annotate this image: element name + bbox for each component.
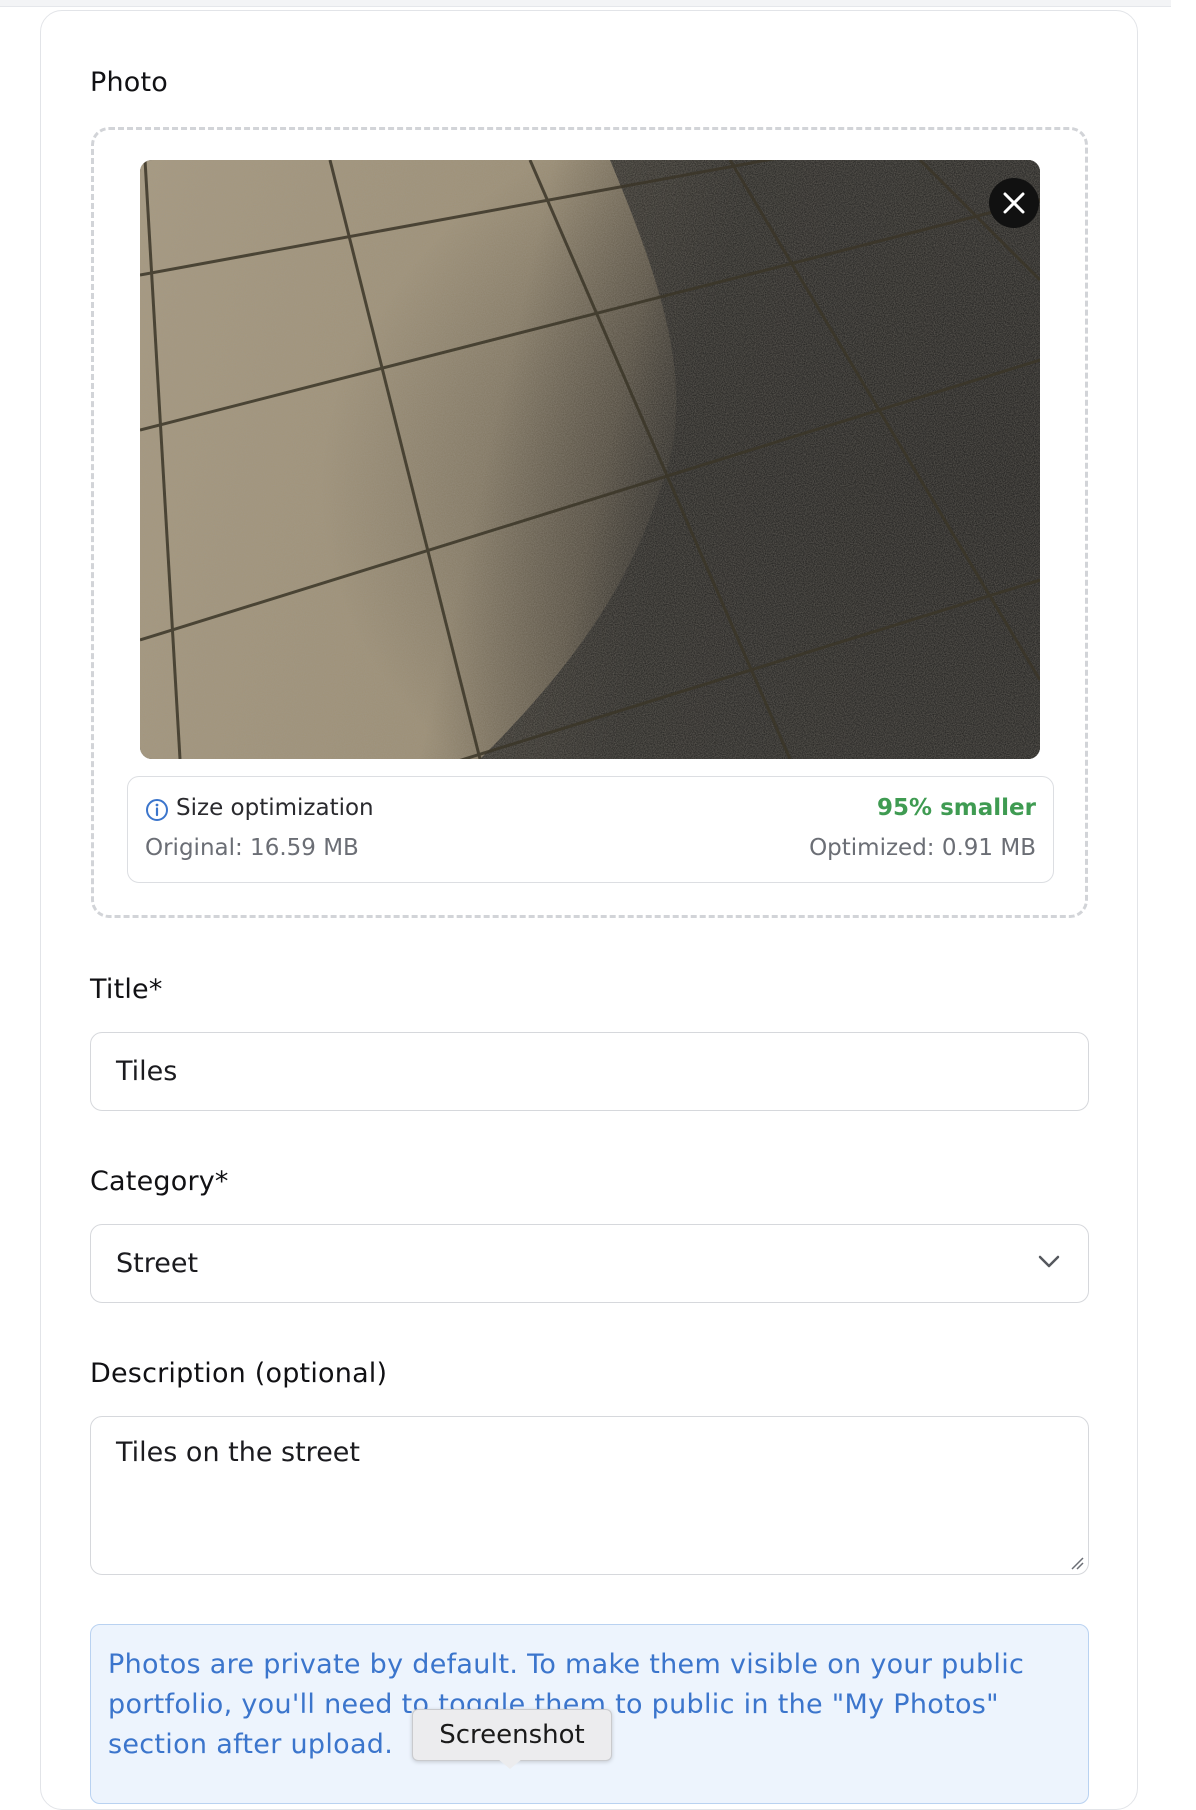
- savings-percentage: 95% smaller: [877, 795, 1036, 821]
- info-icon: [146, 799, 168, 821]
- size-optimization-panel: Size optimization 95% smaller Original: …: [127, 776, 1054, 883]
- resize-handle-icon[interactable]: [1070, 1556, 1084, 1570]
- close-icon: [1003, 192, 1025, 214]
- screenshot-tooltip: Screenshot: [412, 1709, 612, 1761]
- category-select-value: Street: [116, 1248, 199, 1279]
- original-size: Original: 16.59 MB: [145, 835, 359, 861]
- photo-label: Photo: [90, 67, 169, 98]
- description-textarea[interactable]: Tiles on the street: [90, 1416, 1089, 1575]
- photo-preview: [140, 160, 1040, 759]
- title-label: Title*: [90, 974, 163, 1005]
- category-label: Category*: [90, 1166, 229, 1197]
- size-optimization-title: Size optimization: [176, 795, 374, 821]
- screenshot-tooltip-label: Screenshot: [439, 1720, 585, 1750]
- browser-top-strip: [0, 0, 1196, 7]
- title-input[interactable]: Tiles: [90, 1032, 1089, 1111]
- optimized-size: Optimized: 0.91 MB: [809, 835, 1036, 861]
- description-label: Description (optional): [90, 1358, 388, 1389]
- scrollbar-gutter[interactable]: [1171, 0, 1196, 1770]
- description-textarea-value: Tiles on the street: [116, 1437, 361, 1468]
- remove-photo-button[interactable]: [989, 178, 1039, 228]
- tooltip-pointer: [498, 1759, 522, 1769]
- category-select[interactable]: Street: [90, 1224, 1089, 1303]
- title-input-value: Tiles: [116, 1056, 178, 1087]
- chevron-down-icon: [1038, 1255, 1060, 1268]
